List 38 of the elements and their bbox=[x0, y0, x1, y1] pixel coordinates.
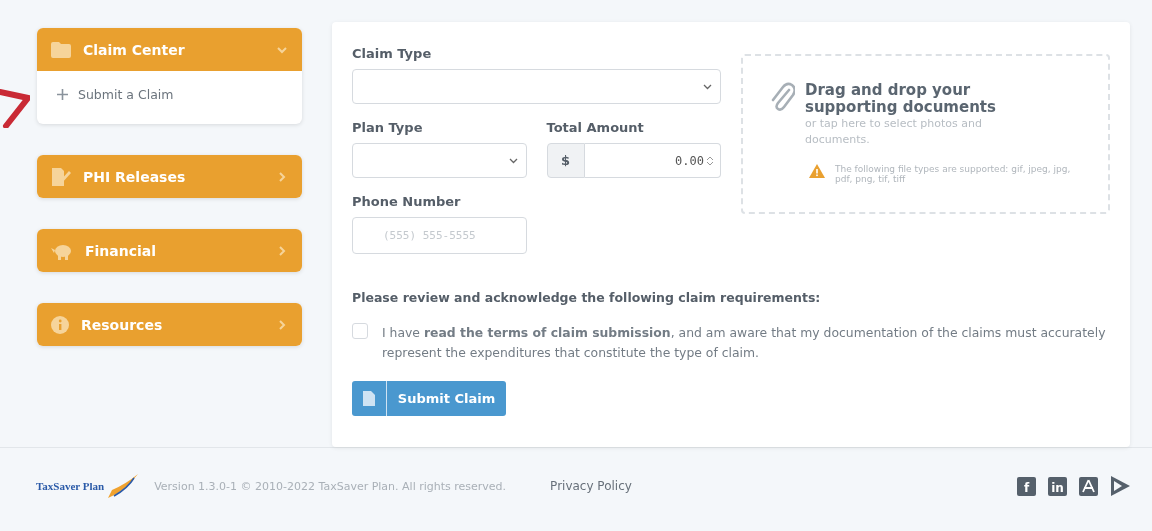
drop-title: Drag and drop your supporting documents bbox=[805, 82, 997, 116]
chevron-icon bbox=[276, 170, 288, 183]
facebook-icon[interactable]: f bbox=[1017, 476, 1036, 496]
privacy-policy-link[interactable]: Privacy Policy bbox=[550, 479, 632, 493]
app-store-icon[interactable] bbox=[1079, 476, 1098, 496]
requirements-heading: Please review and acknowledge the following claim requirements: bbox=[352, 290, 822, 305]
checkbox[interactable] bbox=[352, 323, 368, 339]
linkedin-icon[interactable]: in bbox=[1048, 476, 1067, 496]
document-pen-icon bbox=[51, 167, 71, 186]
spinner-icon bbox=[706, 154, 714, 167]
submit-button[interactable]: Submit Claim bbox=[352, 381, 506, 416]
chevron-icon bbox=[276, 318, 288, 331]
copyright-text: Version 1.3.0-1 © 2010-2022 TaxSaver Plan. All rights reserved. bbox=[154, 479, 507, 493]
caret-icon bbox=[703, 83, 712, 90]
drop-zone[interactable]: Drag and drop your supporting documents or tap here to select photos and documents. The following file types are supported: gif, jpeg, jpg, pdf, png, tif, tiff bbox=[741, 54, 1110, 214]
drop-subtitle: or tap here to select photos and documents. bbox=[805, 116, 983, 148]
info-icon bbox=[51, 315, 69, 334]
field-label: Claim Type bbox=[352, 46, 433, 61]
acknowledgement-text: I have read the terms of claim submission, and am aware that my documentation of the claims must accurately represent the expenditures that constitute the type of claim. bbox=[382, 324, 1107, 362]
field-label: Total Amount bbox=[546, 120, 645, 135]
paperclip-icon bbox=[769, 82, 795, 112]
select-field[interactable] bbox=[352, 143, 527, 178]
play-store-icon[interactable] bbox=[1110, 476, 1130, 496]
caret-icon bbox=[508, 157, 518, 164]
plus-icon bbox=[57, 89, 68, 100]
folder-icon bbox=[51, 41, 71, 58]
currency-addon: $ bbox=[546, 143, 585, 178]
logo: TaxSaver Plan bbox=[36, 472, 141, 500]
file-types-note: The following file types are supported: gif, jpeg, jpg, pdf, png, tif, tiff bbox=[835, 164, 1072, 184]
phone-input[interactable]: (555) 555-5555 bbox=[352, 217, 527, 254]
field-label: Phone Number bbox=[352, 194, 462, 209]
amount-input[interactable]: 0.00 bbox=[584, 143, 721, 178]
field-label: Plan Type bbox=[352, 120, 424, 135]
select-field[interactable] bbox=[352, 69, 721, 104]
chevron-icon bbox=[276, 244, 288, 257]
document-icon bbox=[363, 391, 375, 406]
warning-icon bbox=[809, 164, 825, 178]
submenu-item[interactable]: Submit a Claim bbox=[57, 87, 282, 102]
